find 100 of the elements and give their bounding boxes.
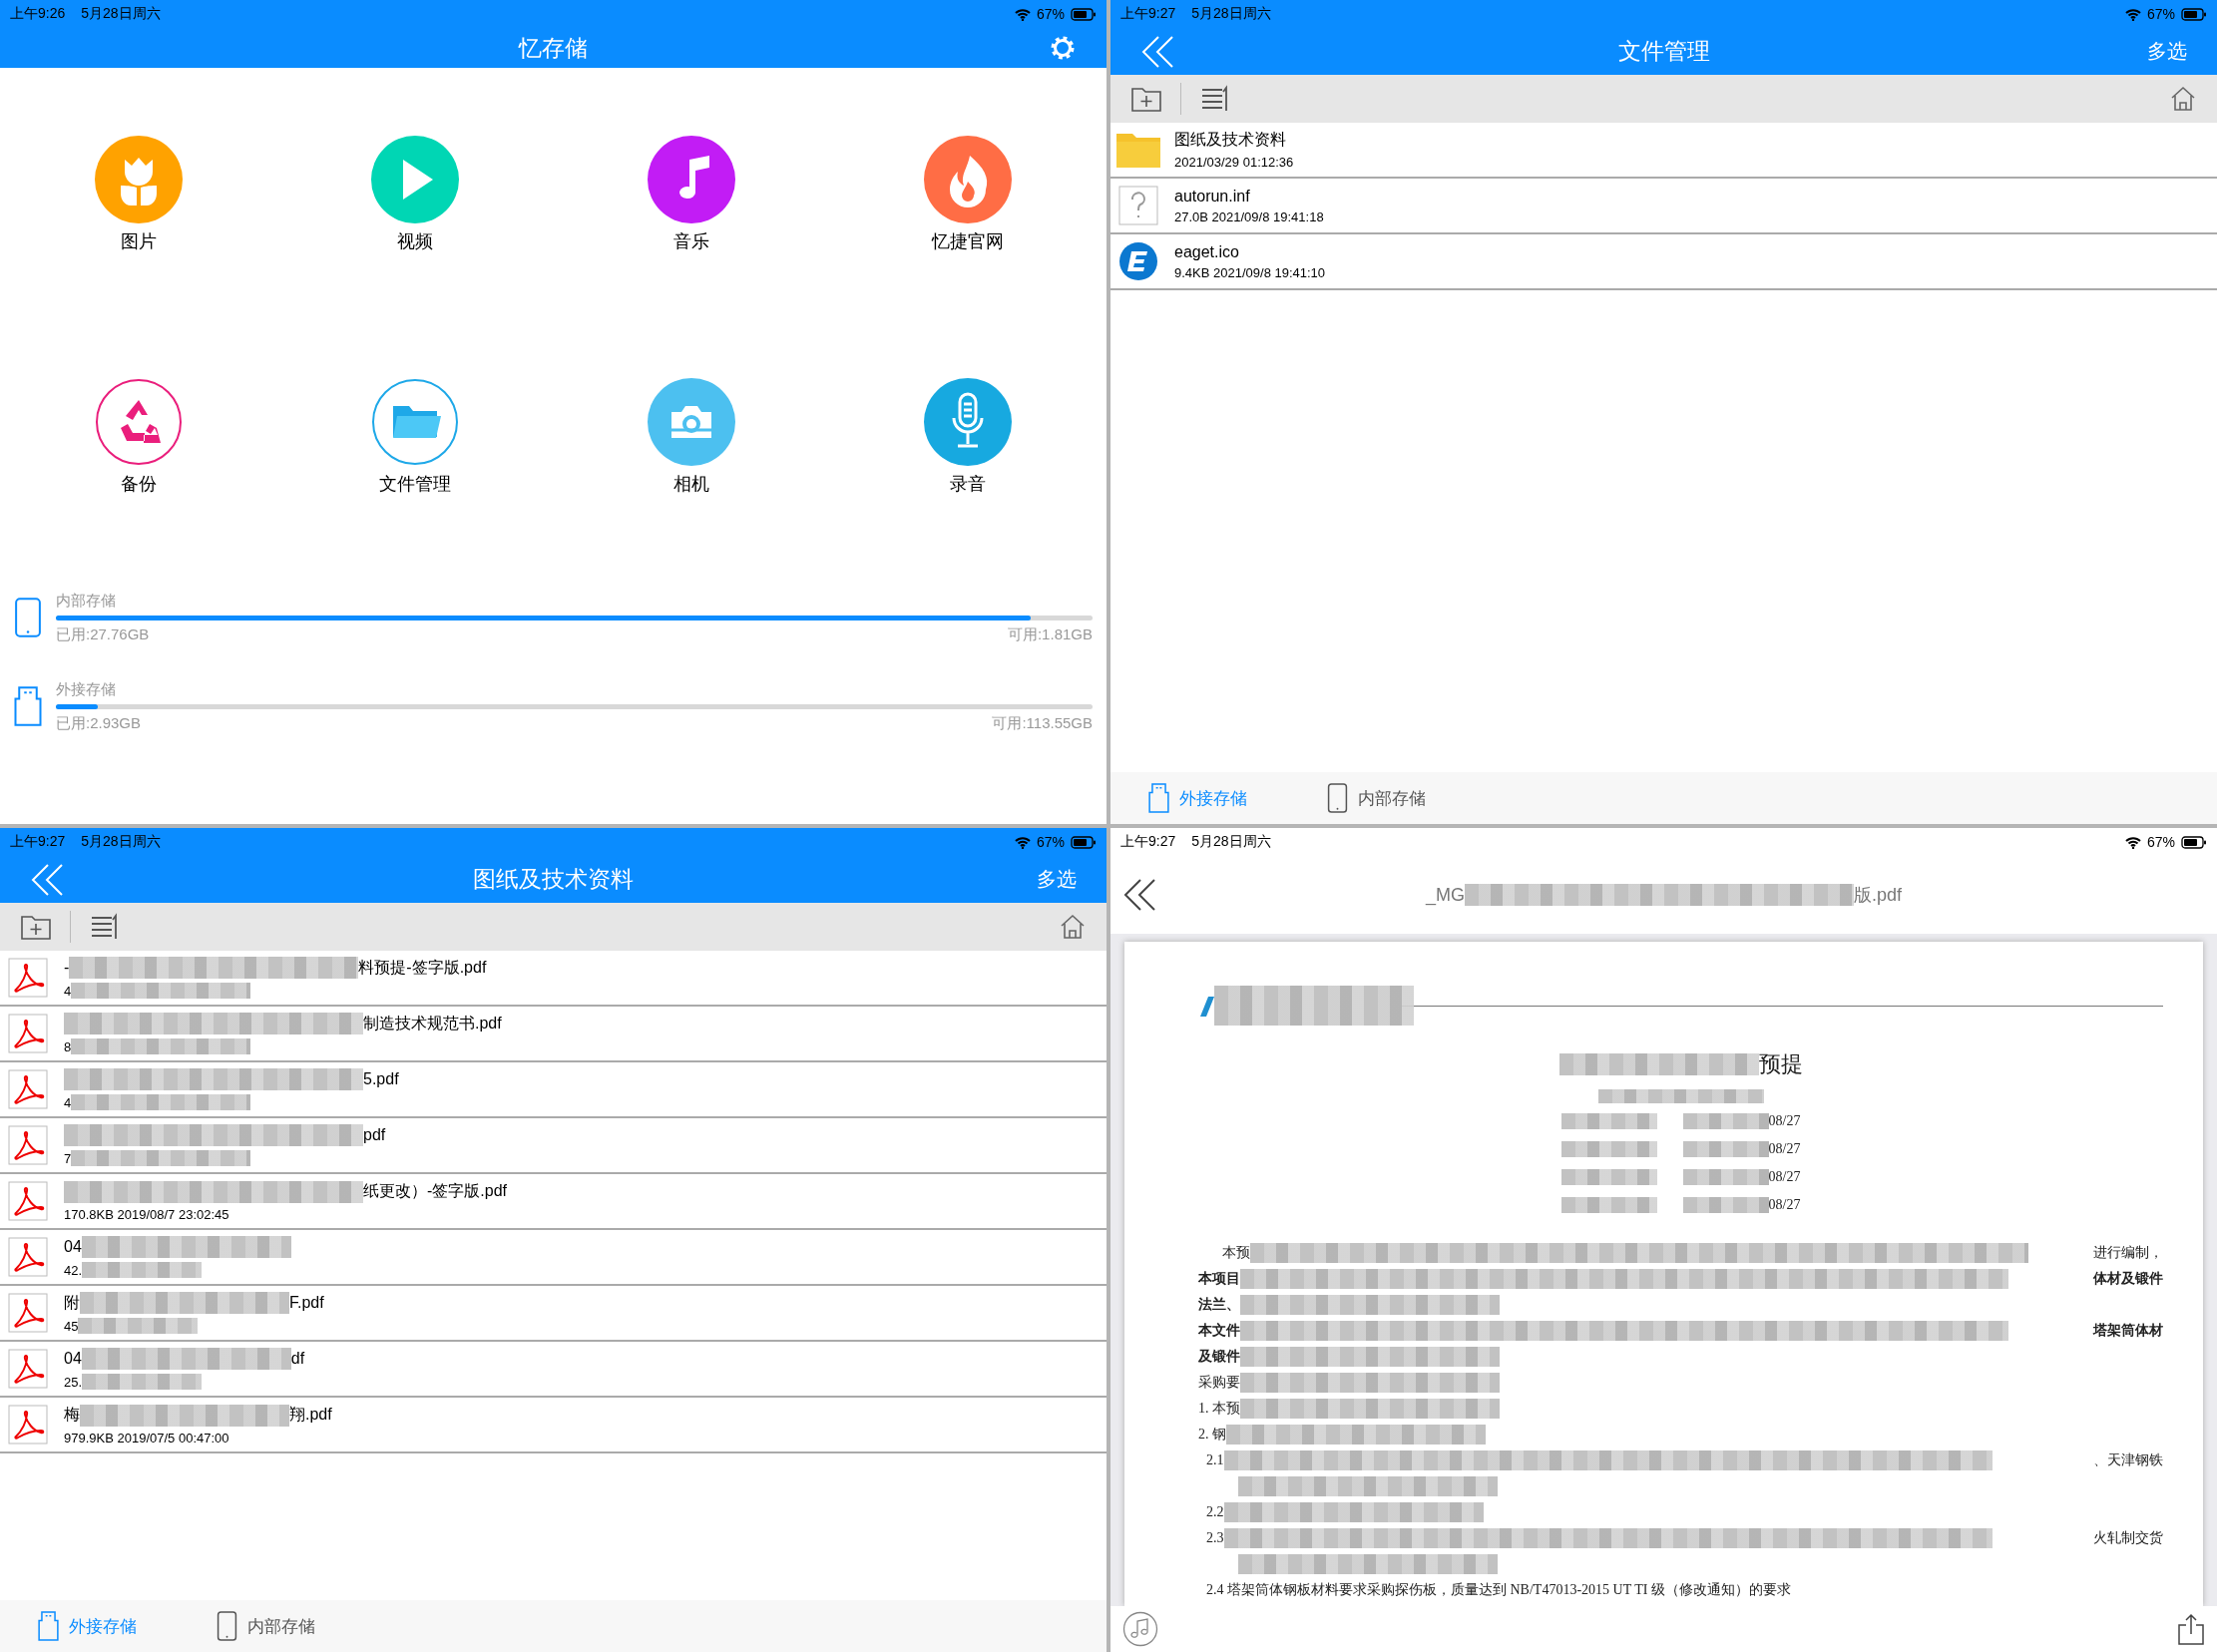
pdf-icon [8,1125,48,1165]
document-title: 版.pdf [1854,884,1902,907]
file-row[interactable]: pdf 7 [0,1118,1107,1174]
wifi-icon [1014,7,1031,21]
battery-percent: 67% [2146,834,2175,850]
file-info: 9.4KB 2021/09/8 19:41:10 [1174,264,1326,280]
available-space: 可用:1.81GB [1007,625,1093,644]
document-text: 法兰、 [1198,1296,1240,1314]
app-label: 忆捷官网 [932,230,1005,253]
battery-icon [1071,835,1097,849]
document-text: 本预 [1222,1244,1250,1262]
new-folder-icon[interactable] [20,913,52,941]
file-info: 979.9KB 2019/07/5 00:47:00 [64,1430,229,1446]
screen-title: 文件管理 [1617,37,1710,66]
home-icon[interactable] [1059,913,1087,941]
file-row[interactable]: - 料预提-签字版.pdf 4 [0,951,1107,1007]
file-row[interactable]: eaget.ico 9.4KB 2021/09/8 19:41:10 [1110,234,2217,290]
home-icon[interactable] [2169,85,2197,113]
music-app-icon[interactable] [648,136,736,223]
document-text: 进行编制， [2093,1244,2163,1262]
app-label: 图片 [120,230,157,253]
wifi-icon [1014,835,1031,849]
e-logo-icon [1118,241,1158,281]
file-info: 45 [64,1318,79,1334]
document-text: 火轧制交货 [2093,1529,2163,1547]
tablet-icon [1327,783,1348,813]
recycle-app-icon[interactable] [94,378,183,466]
file-name: 图纸及技术资料 [1174,130,1287,150]
available-space: 可用:113.55GB [992,714,1093,733]
folder-app-icon[interactable] [370,378,459,466]
used-space: 已用:2.93GB [56,714,142,733]
app-label: 视频 [396,230,433,253]
file-name: 04 [64,1350,82,1368]
folder-icon [1116,132,1160,168]
app-label: 录音 [950,473,987,496]
file-name: F.pdf [289,1294,324,1312]
storage-tab[interactable]: 内部存储 [217,1611,315,1641]
storage-label: 外接存储 [56,680,117,699]
new-folder-icon[interactable] [1130,85,1162,113]
pdf-icon [8,1069,48,1109]
document-date: 08/27 [1768,1141,1801,1157]
status-time: 上午9:27 [1120,833,1176,851]
file-row[interactable]: 04 df 25. [0,1342,1107,1398]
file-name: 5.pdf [363,1070,399,1088]
document-text: 本文件 [1198,1322,1240,1340]
file-info: 25. [64,1374,83,1390]
file-info: 4 [64,983,72,999]
wifi-icon [2124,7,2141,21]
status-time: 上午9:27 [1120,5,1176,23]
file-name: 04 [64,1238,82,1256]
pdf-icon [8,1014,48,1053]
document-title: _MG [1425,884,1465,906]
file-name: autorun.inf [1174,187,1251,206]
file-row[interactable]: 5.pdf 4 [0,1062,1107,1118]
document-text: 、天津钢铁 [2093,1451,2163,1469]
status-time: 上午9:27 [10,833,66,851]
app-label: 相机 [673,473,710,496]
document-text: 及锻件 [1198,1348,1240,1366]
app-label: 音乐 [673,230,710,253]
file-info: 27.0B 2021/09/8 19:41:18 [1174,208,1324,224]
file-row[interactable]: 梅 翔.pdf 979.9KB 2019/07/5 00:47:00 [0,1398,1107,1453]
usb-drive-icon [14,686,42,726]
document-text: 本项目 [1198,1270,1240,1288]
file-info: 2021/03/29 01:12:36 [1174,155,1294,170]
battery-icon [2181,7,2207,21]
storage-tab[interactable]: 内部存储 [1327,783,1426,813]
screen-title: 图纸及技术资料 [473,865,634,894]
battery-percent: 67% [2146,6,2175,22]
usb-drive-icon [1148,783,1169,813]
battery-percent: 67% [1036,6,1065,22]
file-row[interactable]: 04 42. [0,1230,1107,1286]
app-title: 忆存储 [519,33,588,63]
document-heading: 预提 [1758,1050,1803,1078]
document-text: 塔架筒体材 [2093,1322,2163,1340]
document-text: 2.4 塔架筒体钢板材料要求采购探伤板，质量达到 NB/T47013-2015 UT TI 级（修改通知）的要求 [1206,1581,1791,1599]
status-date: 5月28日周六 [1191,833,1271,851]
document-date: 08/27 [1768,1113,1801,1129]
pdf-icon [8,1405,48,1445]
settings-icon[interactable] [1049,34,1077,62]
file-name: pdf [363,1126,386,1144]
status-time: 上午9:26 [10,5,66,23]
file-name: 制造技术规范书.pdf [363,1013,502,1033]
flame-app-icon[interactable] [924,136,1013,223]
file-row[interactable]: 图纸及技术资料 2021/03/29 01:12:36 [1110,123,2217,179]
file-name: df [290,1350,305,1368]
document-text: 体材及锻件 [2093,1270,2163,1288]
back-icon[interactable] [1122,878,1158,912]
file-info: 7 [64,1150,72,1166]
used-space: 已用:27.76GB [56,625,150,644]
file-info: 4 [64,1094,72,1110]
music-note-icon[interactable] [1122,1611,1158,1647]
pdf-icon [8,1293,48,1333]
pdf-icon [8,1181,48,1221]
microphone-app-icon[interactable] [924,378,1013,466]
file-row[interactable]: 附 F.pdf 45 [0,1286,1107,1342]
file-row[interactable]: 纸更改）-签字版.pdf 170.8KB 2019/08/7 23:02:45 [0,1174,1107,1230]
file-row[interactable]: autorun.inf 27.0B 2021/09/8 19:41:18 [1110,179,2217,234]
share-icon[interactable] [2177,1613,2205,1645]
document-text: 2. 钢 [1198,1426,1226,1444]
file-row[interactable]: 制造技术规范书.pdf 8 [0,1007,1107,1062]
